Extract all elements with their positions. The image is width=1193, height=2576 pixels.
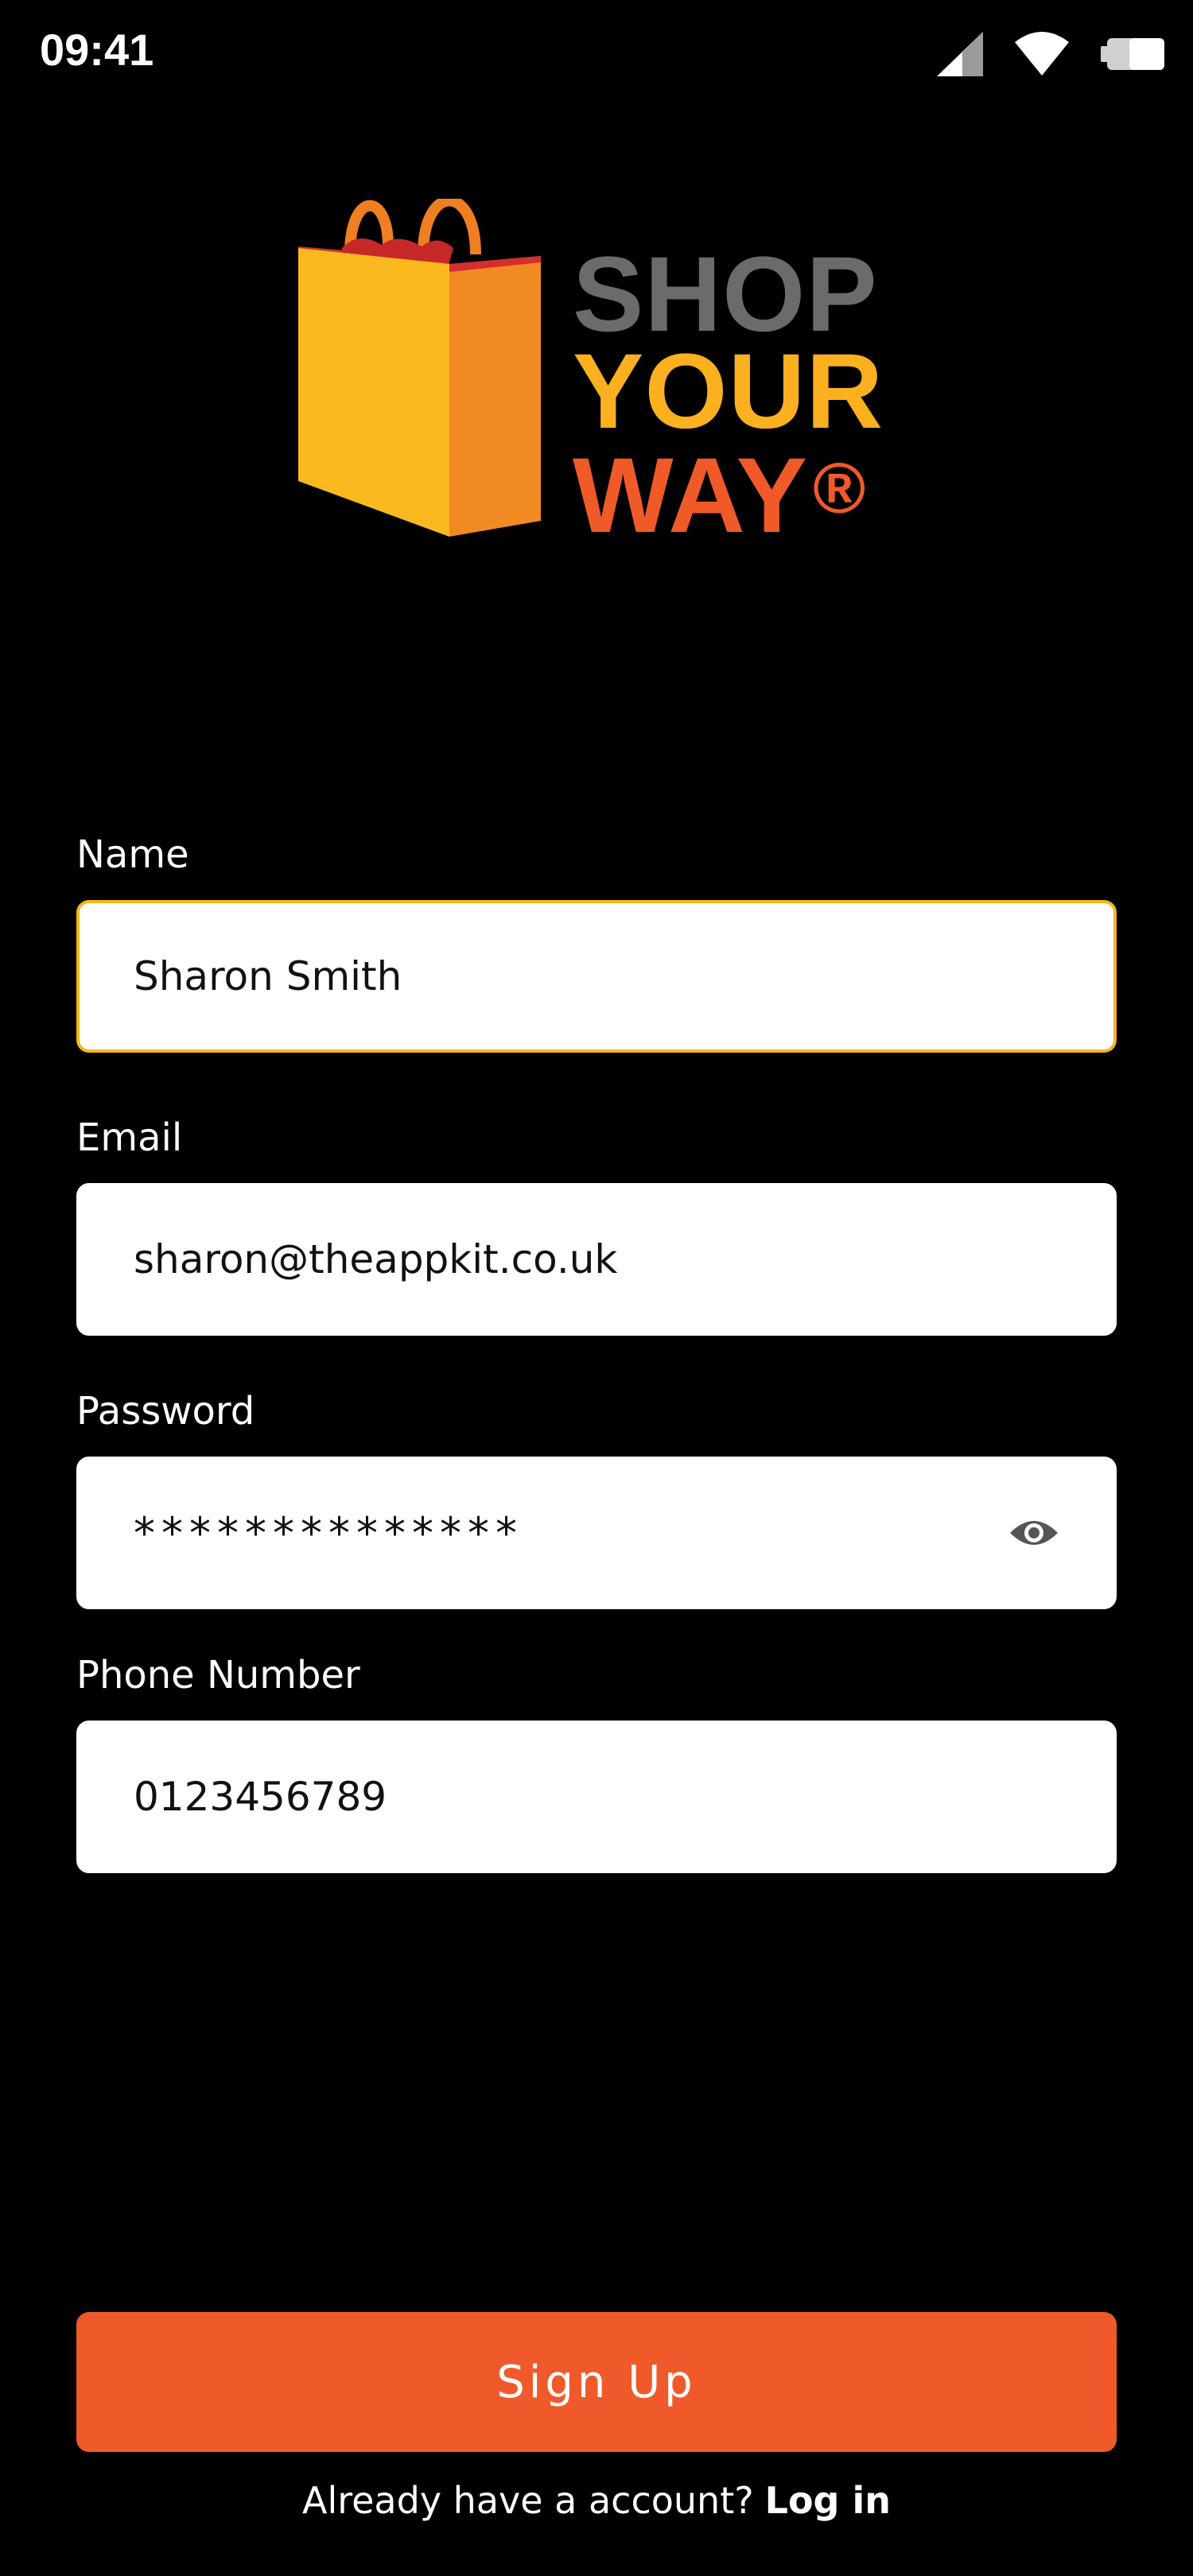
- shop-your-way-logo: SHOP YOUR WAY®: [294, 199, 915, 549]
- name-field[interactable]: Sharon Smith: [76, 900, 1117, 1053]
- login-link[interactable]: Log in: [765, 2479, 891, 2522]
- password-field[interactable]: **************: [76, 1457, 1117, 1609]
- logo-text-way-line: WAY®: [573, 440, 884, 549]
- email-label: Email: [76, 1115, 183, 1160]
- email-field[interactable]: sharon@theappkit.co.uk: [76, 1183, 1117, 1336]
- login-prompt-text: Already have a account?: [301, 2479, 754, 2522]
- phone-value: 0123456789: [134, 1774, 387, 1820]
- shopping-bag-icon: [298, 199, 541, 537]
- logo-text-way: WAY: [573, 436, 808, 555]
- logo-text-your: YOUR: [573, 332, 884, 451]
- login-prompt-row: Already have a account? Log in: [0, 2479, 1193, 2522]
- name-value: Sharon Smith: [134, 953, 402, 999]
- wifi-icon: [1013, 31, 1071, 80]
- status-icons: [934, 30, 1166, 81]
- password-value: **************: [134, 1507, 523, 1558]
- eye-icon[interactable]: [1002, 1501, 1066, 1565]
- phone-label: Phone Number: [76, 1653, 360, 1697]
- email-value: sharon@theappkit.co.uk: [134, 1236, 618, 1282]
- signup-form: Name Sharon Smith Email sharon@theappkit…: [76, 827, 1117, 1873]
- signup-label: Sign Up: [496, 2356, 697, 2408]
- logo-text-shop: SHOP: [573, 235, 878, 354]
- signal-icon: [934, 30, 985, 81]
- status-time: 09:41: [40, 25, 154, 75]
- phone-field[interactable]: 0123456789: [76, 1721, 1117, 1873]
- registered-mark: ®: [812, 449, 867, 529]
- name-label: Name: [76, 832, 189, 877]
- password-label: Password: [76, 1389, 255, 1433]
- signup-button[interactable]: Sign Up: [76, 2312, 1117, 2452]
- battery-icon: [1099, 37, 1166, 75]
- status-bar: 09:41: [0, 0, 1193, 111]
